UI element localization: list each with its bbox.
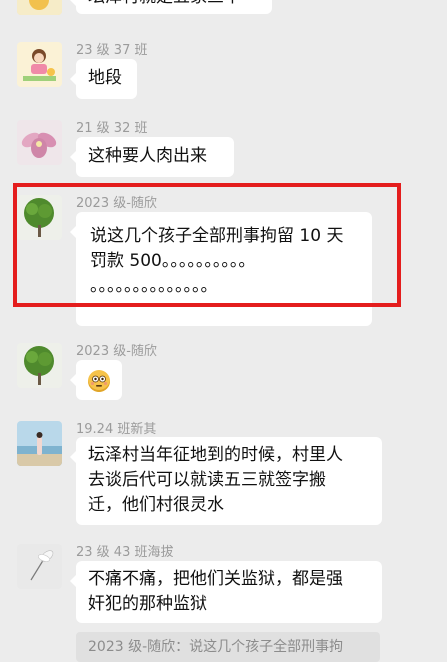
sender-name: 2023 级-随欣 xyxy=(76,344,157,359)
avatar[interactable] xyxy=(17,343,62,388)
message-bubble[interactable]: 坛泽村就是五家三中 xyxy=(70,0,272,14)
message-text: 坛泽村当年征地到的时候，村里人 去谈后代可以就读五三就签字搬 迁，他们村很灵水 xyxy=(88,445,343,515)
sender-name: 23 级 37 班 xyxy=(76,43,148,58)
avatar[interactable] xyxy=(17,544,62,589)
message-text: 说这几个孩子全部刑事拘留 10 天 罚款 500。。。。。。。。。。 。。。。。… xyxy=(90,226,344,296)
message-bubble[interactable]: 不痛不痛，把他们关监狱，都是强 奸犯的那种监狱 xyxy=(70,561,382,623)
message-text: 这种要人肉出来 xyxy=(88,146,207,166)
quoted-reply[interactable]: 2023 级-随欣：说这几个孩子全部刑事拘 xyxy=(76,632,380,662)
message-bubble[interactable]: 坛泽村当年征地到的时候，村里人 去谈后代可以就读五三就签字搬 迁，他们村很灵水 xyxy=(70,437,382,525)
sender-name: 23 级 43 班海拔 xyxy=(76,545,174,560)
message-bubble[interactable]: 地段 xyxy=(70,59,137,99)
flushed-face-icon xyxy=(88,370,110,392)
avatar[interactable] xyxy=(17,421,62,466)
avatar[interactable] xyxy=(17,120,62,165)
message-bubble[interactable]: 说这几个孩子全部刑事拘留 10 天 罚款 500。。。。。。。。。。 。。。。。… xyxy=(70,212,372,326)
message-text: 坛泽村就是五家三中 xyxy=(88,0,260,10)
message-bubble[interactable] xyxy=(70,360,122,400)
message-bubble[interactable]: 这种要人肉出来 xyxy=(70,137,234,177)
avatar[interactable] xyxy=(17,195,62,240)
sender-name: 21 级 32 班 xyxy=(76,121,148,136)
message-text: 不痛不痛，把他们关监狱，都是强 奸犯的那种监狱 xyxy=(88,569,343,614)
message-text: 地段 xyxy=(88,68,122,88)
avatar[interactable] xyxy=(17,0,62,15)
sender-name: 2023 级-随欣 xyxy=(76,196,157,211)
sender-name: 19.24 班新其 xyxy=(76,422,157,437)
avatar[interactable] xyxy=(17,42,62,87)
